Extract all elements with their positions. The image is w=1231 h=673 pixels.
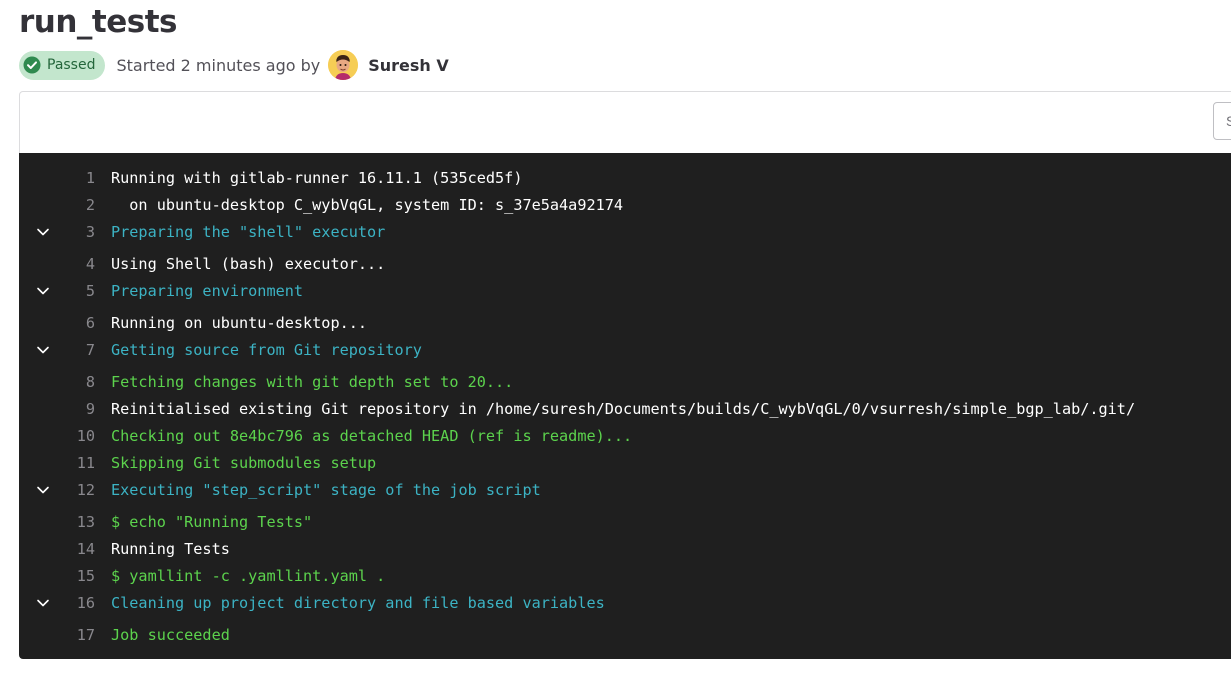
job-meta: Passed Started 2 minutes ago by Suresh V xyxy=(19,50,449,80)
log-section-header[interactable]: 12 Executing "step_script" stage of the j… xyxy=(19,478,1231,502)
toolbar-button[interactable]: S xyxy=(1213,102,1231,140)
line-number[interactable]: 6 xyxy=(19,311,95,335)
job-log-toolbar: S xyxy=(19,91,1231,154)
log-text: $ echo "Running Tests" xyxy=(111,513,313,531)
log-text: Preparing the "shell" executor xyxy=(111,223,386,241)
check-circle-icon xyxy=(23,56,41,74)
log-line: 17 Job succeeded xyxy=(19,623,1231,647)
log-line: 11 Skipping Git submodules setup xyxy=(19,451,1231,475)
line-number[interactable]: 10 xyxy=(19,424,95,448)
log-text: Using Shell (bash) executor... xyxy=(111,255,386,273)
line-number[interactable]: 15 xyxy=(19,564,95,588)
status-badge[interactable]: Passed xyxy=(19,50,106,80)
log-text: Checking out 8e4bc796 as detached HEAD (… xyxy=(111,427,633,445)
log-text: Fetching changes with git depth set to 2… xyxy=(111,373,514,391)
job-log: 1 Running with gitlab-runner 16.11.1 (535… xyxy=(19,153,1231,659)
line-number[interactable]: 2 xyxy=(19,193,95,217)
started-text: Started 2 minutes ago by xyxy=(116,55,321,75)
status-label: Passed xyxy=(47,57,96,73)
log-line: 2 on ubuntu-desktop C_wybVqGL, system ID… xyxy=(19,193,1231,217)
log-line: 1 Running with gitlab-runner 16.11.1 (535… xyxy=(19,166,1231,190)
log-line: 4 Using Shell (bash) executor... xyxy=(19,252,1231,276)
log-section-header[interactable]: 5 Preparing environment xyxy=(19,279,1231,303)
log-section-header[interactable]: 3 Preparing the "shell" executor xyxy=(19,220,1231,244)
log-line: 13 $ echo "Running Tests" xyxy=(19,510,1231,534)
line-number[interactable]: 1 xyxy=(19,166,95,190)
log-text: Job succeeded xyxy=(111,626,230,644)
line-number[interactable]: 13 xyxy=(19,510,95,534)
line-number[interactable]: 14 xyxy=(19,537,95,561)
line-number[interactable]: 12 xyxy=(19,478,95,502)
line-number[interactable]: 7 xyxy=(19,338,95,362)
log-line: 8 Fetching changes with git depth set to … xyxy=(19,370,1231,394)
avatar[interactable] xyxy=(328,50,359,80)
line-number[interactable]: 8 xyxy=(19,370,95,394)
log-text: Skipping Git submodules setup xyxy=(111,454,377,472)
log-line: 14 Running Tests xyxy=(19,537,1231,561)
log-text: Reinitialised existing Git repository in… xyxy=(111,400,1136,418)
log-line: 10 Checking out 8e4bc796 as detached HEAD… xyxy=(19,424,1231,448)
line-number[interactable]: 9 xyxy=(19,397,95,421)
author-name[interactable]: Suresh V xyxy=(368,56,449,75)
line-number[interactable]: 11 xyxy=(19,451,95,475)
log-text: on ubuntu-desktop C_wybVqGL, system ID: … xyxy=(111,196,624,214)
line-number[interactable]: 5 xyxy=(19,279,95,303)
log-line: 6 Running on ubuntu-desktop... xyxy=(19,311,1231,335)
toolbar-button-label: S xyxy=(1226,113,1231,129)
log-text: Running on ubuntu-desktop... xyxy=(111,314,368,332)
line-number[interactable]: 3 xyxy=(19,220,95,244)
job-title: run_tests xyxy=(19,4,178,40)
log-text: Getting source from Git repository xyxy=(111,341,422,359)
log-text: Executing "step_script" stage of the job… xyxy=(111,481,541,499)
log-line: 15 $ yamllint -c .yamllint.yaml . xyxy=(19,564,1231,588)
log-text: Running Tests xyxy=(111,540,230,558)
line-number[interactable]: 17 xyxy=(19,623,95,647)
line-number[interactable]: 4 xyxy=(19,252,95,276)
log-section-header[interactable]: 7 Getting source from Git repository xyxy=(19,338,1231,362)
log-section-header[interactable]: 16 Cleaning up project directory and file… xyxy=(19,591,1231,615)
log-text: Running with gitlab-runner 16.11.1 (535c… xyxy=(111,169,523,187)
log-text: $ yamllint -c .yamllint.yaml . xyxy=(111,567,386,585)
log-text: Preparing environment xyxy=(111,282,304,300)
log-line: 9 Reinitialised existing Git repository i… xyxy=(19,397,1231,421)
line-number[interactable]: 16 xyxy=(19,591,95,615)
log-text: Cleaning up project directory and file b… xyxy=(111,594,605,612)
